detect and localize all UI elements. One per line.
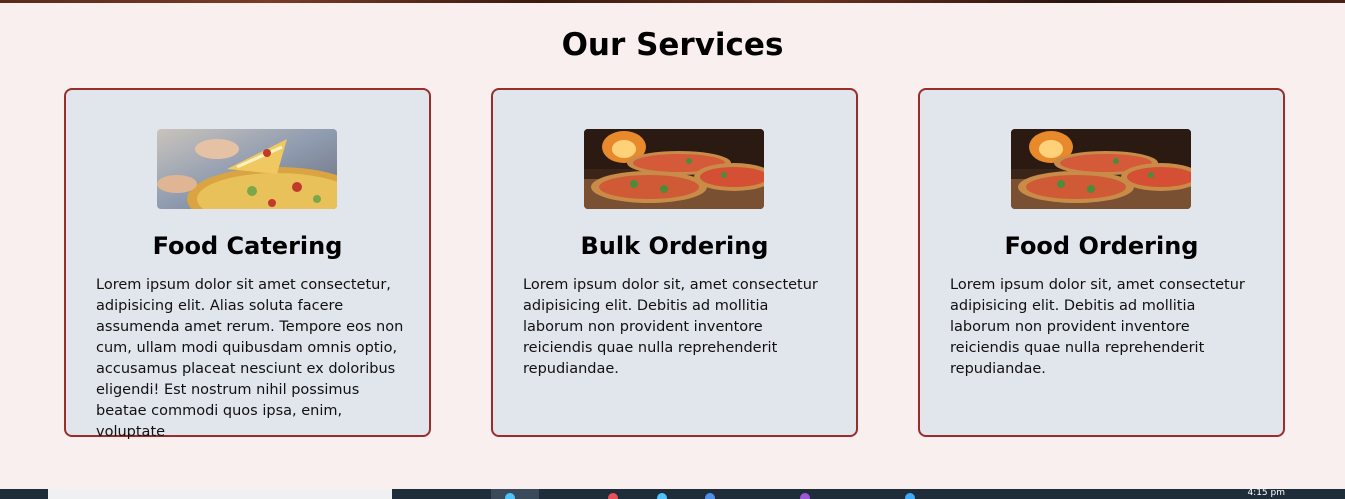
card-title: Food Catering — [152, 232, 343, 260]
service-card-food-catering: Food Catering Lorem ipsum dolor sit amet… — [64, 88, 431, 440]
pizza-slice-image — [157, 129, 337, 209]
card-description: Lorem ipsum dolor sit, amet consectetur … — [523, 277, 818, 377]
taskbar-active-app[interactable] — [491, 489, 539, 499]
pizzas-oven-image — [1011, 129, 1191, 209]
app-icon[interactable] — [800, 493, 810, 499]
card-description: Lorem ipsum dolor sit amet consectetur, … — [96, 277, 404, 440]
services-section: Our Services Food Catering Lorem ipsum d… — [0, 3, 1345, 489]
card-title: Food Ordering — [1004, 232, 1199, 260]
store-icon[interactable] — [705, 493, 715, 499]
pizzas-oven-image — [584, 129, 764, 209]
app-icon[interactable] — [608, 493, 618, 499]
folder-icon[interactable] — [657, 493, 667, 499]
card-title: Bulk Ordering — [580, 232, 769, 260]
service-card-bulk-ordering: Bulk Ordering Lorem ipsum dolor sit, ame… — [491, 88, 858, 437]
card-description: Lorem ipsum dolor sit, amet consectetur … — [950, 277, 1245, 377]
taskbar-search-box[interactable] — [48, 489, 392, 499]
service-card-food-ordering: Food Ordering Lorem ipsum dolor sit, ame… — [918, 88, 1285, 437]
code-editor-icon[interactable] — [905, 493, 915, 499]
section-title: Our Services — [561, 27, 784, 63]
taskbar-clock[interactable]: 4:15 pm — [1247, 489, 1285, 498]
taskbar: 4:15 pm — [0, 489, 1345, 499]
browser-icon[interactable] — [505, 493, 515, 499]
